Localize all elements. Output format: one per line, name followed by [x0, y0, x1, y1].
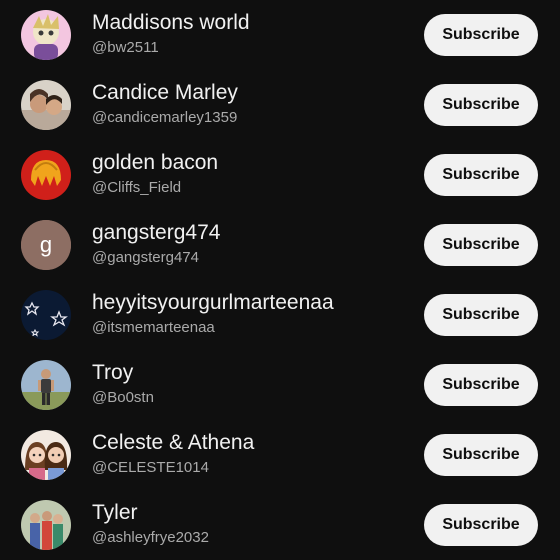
subscribe-button[interactable]: Subscribe: [424, 504, 538, 546]
channel-avatar[interactable]: [21, 80, 71, 130]
channel-avatar[interactable]: [21, 430, 71, 480]
cartoon-character-avatar-icon: [21, 10, 71, 60]
channel-name[interactable]: Candice Marley: [92, 80, 238, 106]
channel-name[interactable]: Troy: [92, 360, 133, 386]
channel-handle: @bw2511: [92, 39, 159, 56]
subscribe-button[interactable]: Subscribe: [424, 294, 538, 336]
channel-name[interactable]: heyyitsyourgurlmarteenaa: [92, 290, 334, 316]
channel-name[interactable]: Maddisons world: [92, 10, 250, 36]
letter-avatar-icon: g: [21, 220, 71, 270]
channel-row[interactable]: golden bacon @Cliffs_Field Subscribe: [0, 140, 560, 210]
cartoon-girls-avatar-icon: [21, 430, 71, 480]
channel-handle: @candicemarley1359: [92, 109, 238, 126]
channel-row[interactable]: Tyler @ashleyfrye2032 Subscribe: [0, 490, 560, 560]
channel-name[interactable]: Celeste & Athena: [92, 430, 254, 456]
channel-name[interactable]: golden bacon: [92, 150, 218, 176]
subscribe-button[interactable]: Subscribe: [424, 364, 538, 406]
channel-avatar[interactable]: [21, 290, 71, 340]
channel-handle: @Bo0stn: [92, 389, 154, 406]
channel-avatar[interactable]: [21, 150, 71, 200]
golden-hair-avatar-icon: [21, 150, 71, 200]
channel-name[interactable]: Tyler: [92, 500, 138, 526]
subscribe-button[interactable]: Subscribe: [424, 434, 538, 476]
channel-row[interactable]: Troy @Bo0stn Subscribe: [0, 350, 560, 420]
group-photo-avatar-icon: [21, 500, 71, 550]
channel-row[interactable]: g gangsterg474 @gangsterg474 Subscribe: [0, 210, 560, 280]
channel-avatar[interactable]: g: [21, 220, 71, 270]
channel-handle: @itsmemarteenaa: [92, 319, 215, 336]
channel-handle: @Cliffs_Field: [92, 179, 182, 196]
channel-avatar[interactable]: [21, 10, 71, 60]
channel-handle: @gangsterg474: [92, 249, 199, 266]
avatar-letter: g: [40, 232, 52, 257]
subscribe-button[interactable]: Subscribe: [424, 224, 538, 266]
channel-list: Maddisons world @bw2511 Subscribe Candic…: [0, 0, 560, 560]
channel-handle: @ashleyfrye2032: [92, 529, 209, 546]
channel-row[interactable]: Candice Marley @candicemarley1359 Subscr…: [0, 70, 560, 140]
channel-avatar[interactable]: [21, 500, 71, 550]
channel-handle: @CELESTE1014: [92, 459, 209, 476]
channel-name[interactable]: gangsterg474: [92, 220, 220, 246]
channel-row[interactable]: Maddisons world @bw2511 Subscribe: [0, 0, 560, 70]
subscribe-button[interactable]: Subscribe: [424, 154, 538, 196]
channel-row[interactable]: heyyitsyourgurlmarteenaa @itsmemarteenaa…: [0, 280, 560, 350]
stars-avatar-icon: [21, 290, 71, 340]
channel-row[interactable]: Celeste & Athena @CELESTE1014 Subscribe: [0, 420, 560, 490]
channel-avatar[interactable]: [21, 360, 71, 410]
photo-avatar-icon: [21, 80, 71, 130]
photo-avatar-icon: [21, 360, 71, 410]
subscribe-button[interactable]: Subscribe: [424, 84, 538, 126]
subscribe-button[interactable]: Subscribe: [424, 14, 538, 56]
